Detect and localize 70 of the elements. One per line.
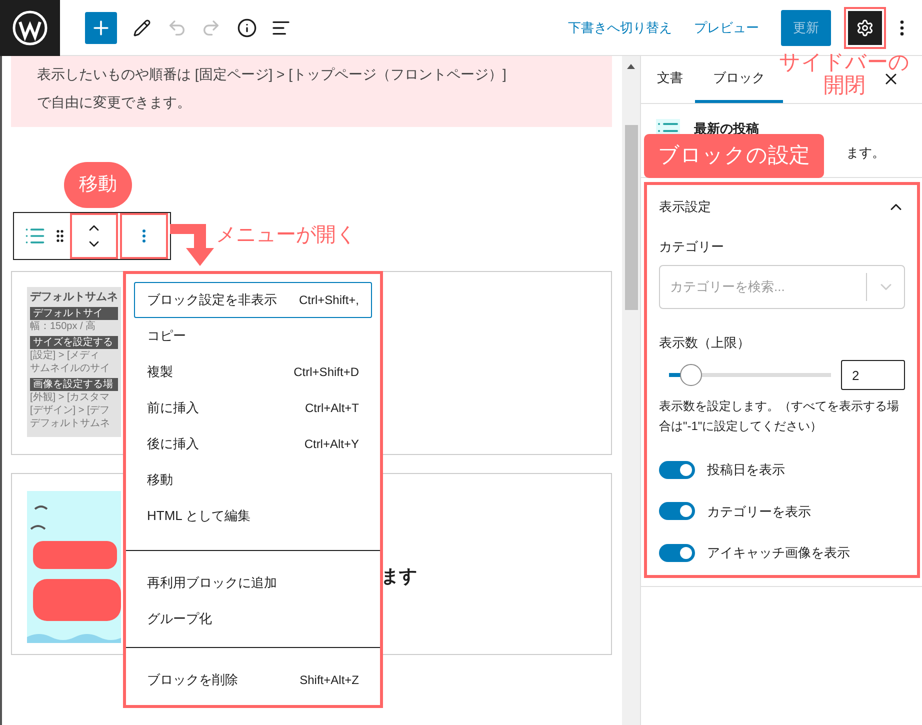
header-link[interactable]: プレビュー (694, 18, 759, 38)
thumbnail-text: [設定] > [メディ (30, 350, 101, 362)
menu-shortcut: Shift+Alt+Z (300, 672, 359, 689)
thumbnail-text: [デザイン] > [デフ (30, 405, 111, 417)
menu-item[interactable]: コピー (134, 318, 372, 354)
annotation-label: ブロックの設定 (644, 134, 824, 178)
field-label: 表示数（上限） (659, 334, 751, 352)
field-label: カテゴリー (659, 238, 725, 256)
block-description: ます。 (846, 144, 885, 162)
toggle-switch[interactable] (659, 544, 695, 562)
settings-button[interactable] (848, 10, 882, 44)
menu-item-label: 再利用ブロックに追加 (147, 574, 277, 592)
menu-item[interactable]: グループ化 (134, 601, 372, 637)
toggle-switch[interactable] (659, 460, 695, 479)
thumbnail-text: 幅：150px / 高 (30, 321, 97, 333)
menu-item-label: 複製 (147, 363, 173, 382)
toggle-switch[interactable] (659, 502, 695, 520)
annotation-text: 開閉 (824, 74, 866, 97)
scroll-up-icon (627, 64, 635, 69)
thumbnail-title: デフォルトサムネ (30, 290, 118, 304)
more-options-button[interactable] (120, 213, 168, 259)
toggle-label: アイキャッチ画像を表示 (707, 544, 850, 562)
menu-shortcut: Ctrl+Shift+D (294, 364, 359, 381)
menu-item[interactable]: 移動 (134, 462, 372, 498)
toggle-label: 投稿日を表示 (707, 461, 785, 479)
sidebar-tab[interactable]: ブロック (695, 55, 783, 103)
menu-item[interactable]: 前に挿入 Ctrl+Alt+T (134, 390, 372, 426)
move-callout: 移動 (64, 162, 132, 208)
pencil-icon[interactable] (133, 18, 151, 36)
slider-thumb[interactable] (680, 364, 702, 386)
thumbnail-label: デフォルトサイ (30, 307, 118, 320)
menu-item-label: コピー (147, 327, 186, 346)
add-block-button[interactable] (85, 12, 117, 44)
menu-shortcut: Ctrl+Alt+Y (304, 436, 359, 453)
menu-item[interactable]: 再利用ブロックに追加 (134, 565, 372, 601)
thumbnail-text: [外観] > [カスタマ (30, 392, 111, 404)
menu-shortcut: Ctrl+Shift+, (298, 292, 359, 309)
thumbnail-label: 画像を設定する場 (30, 378, 118, 391)
menu-item-label: 前に挿入 (147, 399, 199, 418)
more-icon (142, 229, 146, 243)
menu-item[interactable]: ブロックを削除 Shift+Alt+Z (134, 662, 372, 698)
post-title: ます (381, 565, 417, 587)
header-link[interactable]: 下書きへ切り替え (568, 18, 672, 38)
gear-icon (856, 18, 874, 36)
notice-text: で自由に変更できます。 (37, 93, 192, 112)
sidebar-tab[interactable]: 文書 (645, 55, 695, 103)
thumbnail-text: デフォルトサムネ (30, 418, 111, 430)
help-text: 表示数を設定します。（すべてを表示する場合は"-1"に設定してください） (659, 398, 900, 435)
thumbnail-label: サイズを設定する (30, 336, 118, 349)
pointer-arrow (170, 224, 214, 266)
menu-item-label: 移動 (147, 471, 173, 490)
toggle-label: カテゴリーを表示 (707, 502, 811, 520)
info-icon[interactable] (237, 18, 257, 38)
menu-item-label: グループ化 (147, 610, 212, 628)
menu-item-label: HTML として編集 (147, 507, 251, 526)
menu-shortcut: Ctrl+Alt+T (304, 400, 359, 417)
number-field[interactable]: 2 (841, 360, 905, 390)
thumbnail-text: サムネイルのサイ (30, 363, 111, 375)
annotation-text: メニューが開く (216, 223, 356, 248)
logo-icon[interactable] (0, 0, 60, 56)
menu-item[interactable]: 後に挿入 Ctrl+Alt+Y (134, 426, 372, 462)
panel-header[interactable]: 表示設定 (659, 187, 905, 227)
category-search-field[interactable]: カテゴリーを検索... (659, 264, 905, 308)
menu-item-label: 後に挿入 (147, 435, 199, 454)
menu-item[interactable]: 複製 Ctrl+Shift+D (134, 354, 372, 390)
menu-item[interactable]: HTML として編集 (134, 498, 372, 534)
menu-item[interactable]: ブロック設定を非表示 Ctrl+Shift+, (134, 282, 372, 318)
notice-text: 表示したいものや順番は [固定ページ] > [トップページ（フロントページ）] (37, 65, 508, 84)
menu-item-label: ブロック設定を非表示 (147, 291, 277, 310)
menu-item-label: ブロックを削除 (147, 671, 238, 690)
